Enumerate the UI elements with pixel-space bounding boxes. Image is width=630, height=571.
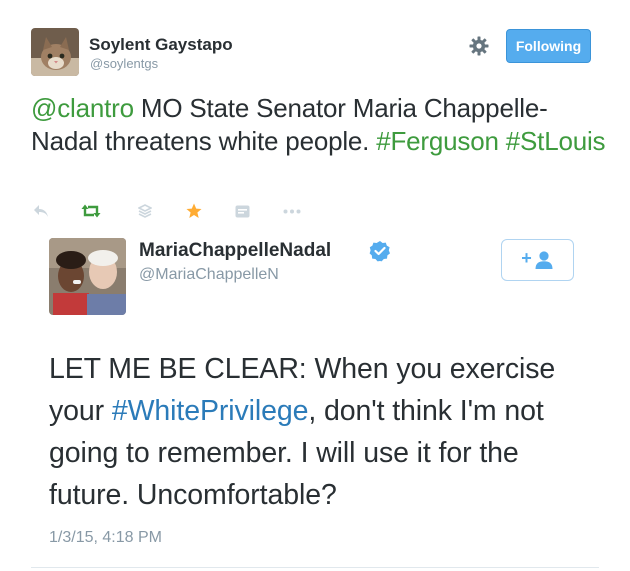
follow-button[interactable]: + <box>501 239 574 281</box>
hashtag-link[interactable]: #Ferguson <box>376 126 499 156</box>
profile-photo-image <box>49 238 126 315</box>
layers-icon[interactable] <box>135 200 155 222</box>
tweet-timestamp[interactable]: 1/3/15, 4:18 PM <box>49 529 162 547</box>
cat-avatar-image <box>31 28 79 76</box>
favorite-icon[interactable] <box>184 200 204 222</box>
retweet-icon[interactable] <box>81 200 101 222</box>
tweet-text: @clantro MO State Senator Maria Chappell… <box>31 92 606 158</box>
gear-icon[interactable] <box>468 35 490 57</box>
more-icon[interactable] <box>282 200 302 222</box>
verified-badge-icon <box>369 240 391 262</box>
quoted-display-name[interactable]: MariaChappelleNadal <box>139 240 331 262</box>
hashtag-link[interactable]: #StLouis <box>506 126 606 156</box>
following-button[interactable]: Following <box>506 29 591 63</box>
quoted-avatar[interactable] <box>49 238 126 315</box>
display-name[interactable]: Soylent Gaystapo <box>89 35 233 55</box>
plus-icon: + <box>521 247 532 268</box>
quoted-user-handle[interactable]: @MariaChappelleN <box>139 266 279 284</box>
user-handle[interactable]: @soylentgs <box>90 56 158 71</box>
divider <box>31 567 599 568</box>
mention-link[interactable]: @clantro <box>31 93 134 123</box>
person-icon <box>535 251 553 269</box>
avatar[interactable] <box>31 28 79 76</box>
hashtag-link[interactable]: #WhitePrivilege <box>112 395 309 427</box>
reply-icon[interactable] <box>31 200 51 222</box>
quoted-tweet-text: LET ME BE CLEAR: When you exercise your … <box>49 348 589 516</box>
space-text <box>499 126 506 156</box>
image-icon[interactable] <box>232 200 252 222</box>
